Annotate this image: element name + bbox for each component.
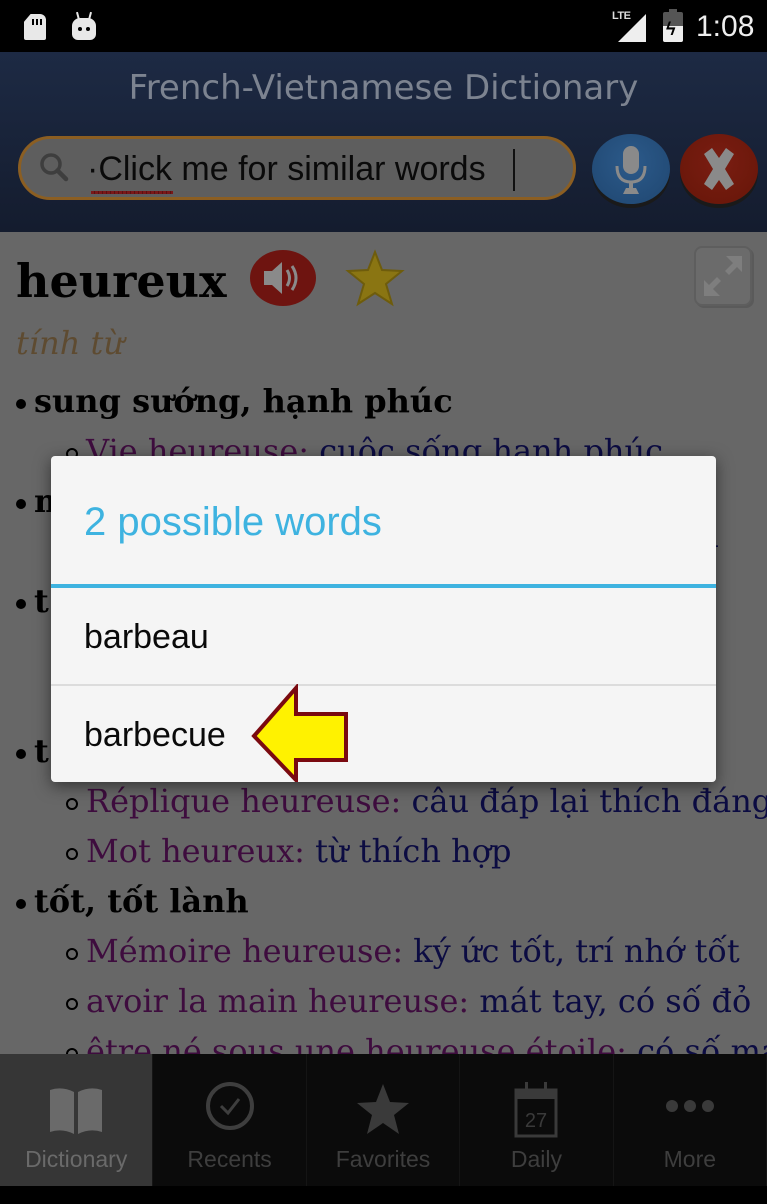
example-item: avoir la main heureuse: mát tay, có số đ… xyxy=(66,982,751,1020)
nav-label: Favorites xyxy=(335,1146,431,1172)
expand-icon xyxy=(704,256,742,296)
close-icon xyxy=(704,148,734,190)
word-option-label: barbecue xyxy=(84,716,226,754)
search-box[interactable] xyxy=(18,136,576,200)
bullet xyxy=(66,847,78,860)
bullet xyxy=(16,898,26,909)
bullet xyxy=(16,748,26,759)
search-icon xyxy=(40,153,69,182)
sd-card-icon xyxy=(24,14,46,40)
sense-item: t xyxy=(16,732,49,770)
example-vietnamese: mát tay, có số đỏ xyxy=(469,982,752,1020)
sense-item: sung sướng, hạnh phúc xyxy=(16,382,453,420)
speaker-icon xyxy=(264,262,298,294)
calendar-day: 27 xyxy=(525,1110,547,1132)
bullet xyxy=(66,997,78,1010)
example-item: Réplique heureuse: câu đáp lại thích đán… xyxy=(66,782,767,820)
clock: 1:08 xyxy=(696,10,755,43)
more-dots-icon xyxy=(665,1100,714,1112)
system-bar xyxy=(0,1186,767,1204)
sense-meaning: tốt, tốt lành xyxy=(34,882,249,920)
search-input[interactable] xyxy=(87,145,557,193)
example-french: être né sous une heureuse étoile: xyxy=(86,1032,627,1054)
text-caret xyxy=(513,149,515,191)
bullet xyxy=(16,398,26,409)
battery-charging-icon: ϟ xyxy=(663,9,683,42)
android-icon xyxy=(72,11,96,40)
nav-tab-daily[interactable]: 27 Daily xyxy=(460,1054,614,1186)
nav-tab-favorites[interactable]: Favorites xyxy=(307,1054,461,1186)
voice-search-button[interactable] xyxy=(592,134,670,204)
word-option-label: barbeau xyxy=(84,618,209,656)
nav-label: More xyxy=(663,1146,717,1172)
star-icon xyxy=(357,1084,410,1134)
nav-label: Daily xyxy=(510,1146,562,1172)
nav-label: Dictionary xyxy=(25,1146,128,1172)
microphone-icon xyxy=(615,146,647,194)
sense-meaning: t xyxy=(34,582,49,620)
bullet xyxy=(66,947,78,960)
example-vietnamese: từ thích hợp xyxy=(304,832,512,870)
similar-words-dialog: 2 possible words barbeau barbecue xyxy=(51,456,716,782)
clear-search-button[interactable] xyxy=(680,134,758,204)
example-french: avoir la main heureuse: xyxy=(86,982,470,1020)
example-vietnamese: ký ức tốt, trí nhớ tốt xyxy=(403,932,740,970)
word-option[interactable]: barbeau xyxy=(51,588,716,684)
nav-tab-dictionary[interactable]: Dictionary xyxy=(0,1054,154,1186)
sense-item: tốt, tốt lành xyxy=(16,882,249,920)
calendar-icon: 27 xyxy=(514,1082,558,1138)
app-header: French-Vietnamese Dictionary xyxy=(0,52,767,232)
bottom-navigation: Dictionary Recents Favorites 27 Daily Mo… xyxy=(0,1054,767,1186)
sense-meaning: sung sướng, hạnh phúc xyxy=(34,382,453,420)
example-vietnamese: có số may xyxy=(637,1032,767,1054)
clock-check-icon xyxy=(205,1082,254,1130)
book-icon xyxy=(50,1088,103,1134)
headword: heureux xyxy=(16,254,227,308)
example-item: être né sous une heureuse étoile: có số … xyxy=(66,1032,767,1054)
bullet xyxy=(16,598,26,609)
bullet xyxy=(66,797,78,810)
example-french: Réplique heureuse: xyxy=(86,782,402,820)
word-option[interactable]: barbecue xyxy=(51,686,716,782)
example-french: Mot heureux: xyxy=(86,832,305,870)
example-item: Mot heureux: từ thích hợp xyxy=(66,832,511,870)
sense-meaning: t xyxy=(34,732,49,770)
example-item: Mémoire heureuse: ký ức tốt, trí nhớ tốt xyxy=(66,932,740,970)
sense-item: t xyxy=(16,582,49,620)
nav-label: Recents xyxy=(187,1146,272,1172)
pointer-arrow-icon xyxy=(251,684,348,782)
favorite-star-icon[interactable] xyxy=(344,248,406,308)
dialog-title: 2 possible words xyxy=(84,500,382,544)
nav-tab-more[interactable]: More xyxy=(614,1054,767,1186)
status-bar: LTE ϟ 1:08 xyxy=(0,0,767,52)
part-of-speech: tính từ xyxy=(16,324,124,362)
example-french: Mémoire heureuse: xyxy=(86,932,404,970)
spellcheck-underline xyxy=(91,191,173,194)
nav-tab-recents[interactable]: Recents xyxy=(153,1054,307,1186)
pronounce-button[interactable] xyxy=(250,250,316,306)
example-vietnamese: câu đáp lại thích đáng xyxy=(401,782,767,820)
app-title: French-Vietnamese Dictionary xyxy=(128,68,639,108)
network-type: LTE xyxy=(612,10,631,22)
fullscreen-button[interactable] xyxy=(694,246,752,306)
bullet xyxy=(16,498,26,509)
